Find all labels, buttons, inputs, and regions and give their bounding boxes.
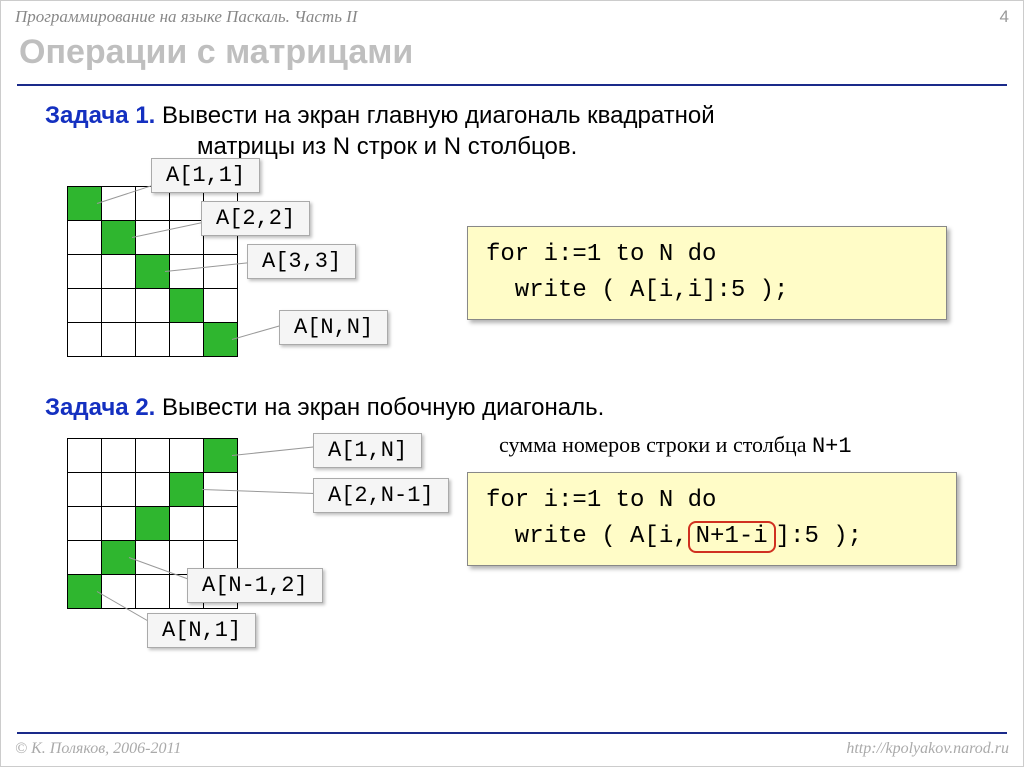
cell-label: A[2,2] [201, 201, 310, 236]
cell-label: A[N,N] [279, 310, 388, 345]
cell-label: A[1,N] [313, 433, 422, 468]
code-block-2: for i:=1 to N do write ( A[i,N+1-i]:5 ); [467, 472, 957, 566]
task2-label: Задача 2. [45, 394, 155, 421]
header-bar: Программирование на языке Паскаль. Часть… [1, 1, 1023, 31]
highlight-expr: N+1-i [688, 521, 776, 554]
cell-label: A[3,3] [247, 244, 356, 279]
page-number: 4 [1000, 7, 1009, 27]
task1-diagram: A[1,1] A[2,2] A[3,3] A[N,N] for i:=1 to … [17, 176, 1007, 388]
task2-note: сумма номеров строки и столбца N+1 [499, 432, 852, 459]
cell-label: A[1,1] [151, 158, 260, 193]
cell-label: A[N-1,2] [187, 568, 323, 603]
footer: © К. Поляков, 2006-2011 http://kpolyakov… [15, 740, 1009, 758]
footer-copyright: © К. Поляков, 2006-2011 [15, 740, 181, 758]
task2-diagram: A[1,N] A[2,N-1] A[N-1,2] A[N,1] сумма но… [17, 438, 1007, 668]
cell-label: A[N,1] [147, 613, 256, 648]
task1-label: Задача 1. [45, 102, 155, 129]
header-subtitle: Программирование на языке Паскаль. Часть… [15, 7, 358, 27]
cell-label: A[2,N-1] [313, 478, 449, 513]
divider-bottom [17, 732, 1007, 734]
code-block-1: for i:=1 to N do write ( A[i,i]:5 ); [467, 226, 947, 320]
task2-text: Задача 2. Вывести на экран побочную диаг… [17, 388, 1007, 437]
footer-url: http://kpolyakov.narod.ru [846, 740, 1009, 758]
page-title: Операции с матрицами [1, 31, 1023, 84]
